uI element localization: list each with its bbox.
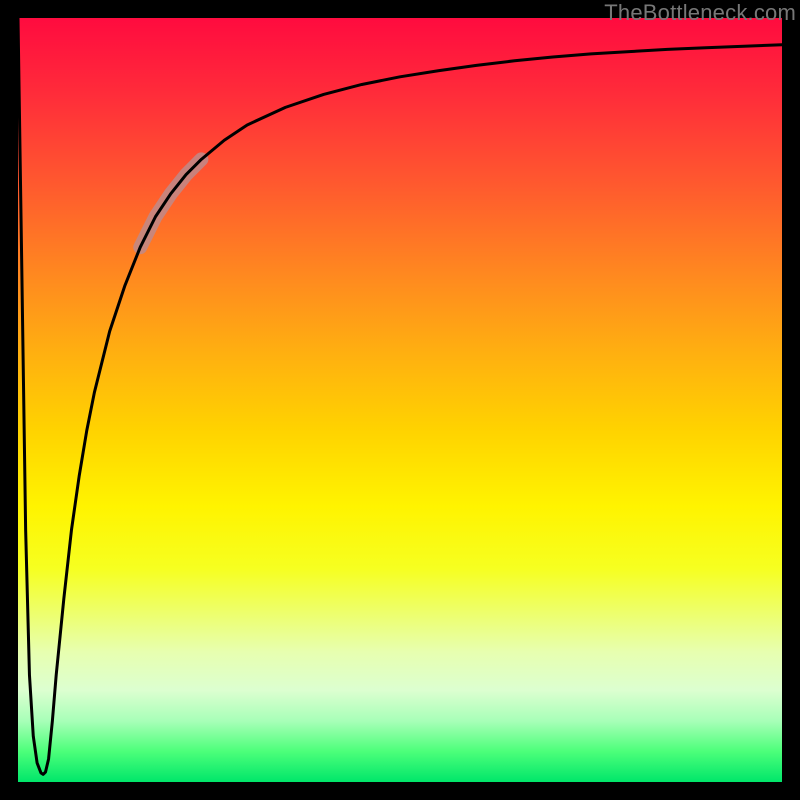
- bottleneck-curve: [18, 18, 782, 774]
- chart-svg: [18, 18, 782, 782]
- curve-highlight-segment: [140, 159, 201, 247]
- watermark-text: TheBottleneck.com: [604, 0, 796, 26]
- chart-frame: TheBottleneck.com: [0, 0, 800, 800]
